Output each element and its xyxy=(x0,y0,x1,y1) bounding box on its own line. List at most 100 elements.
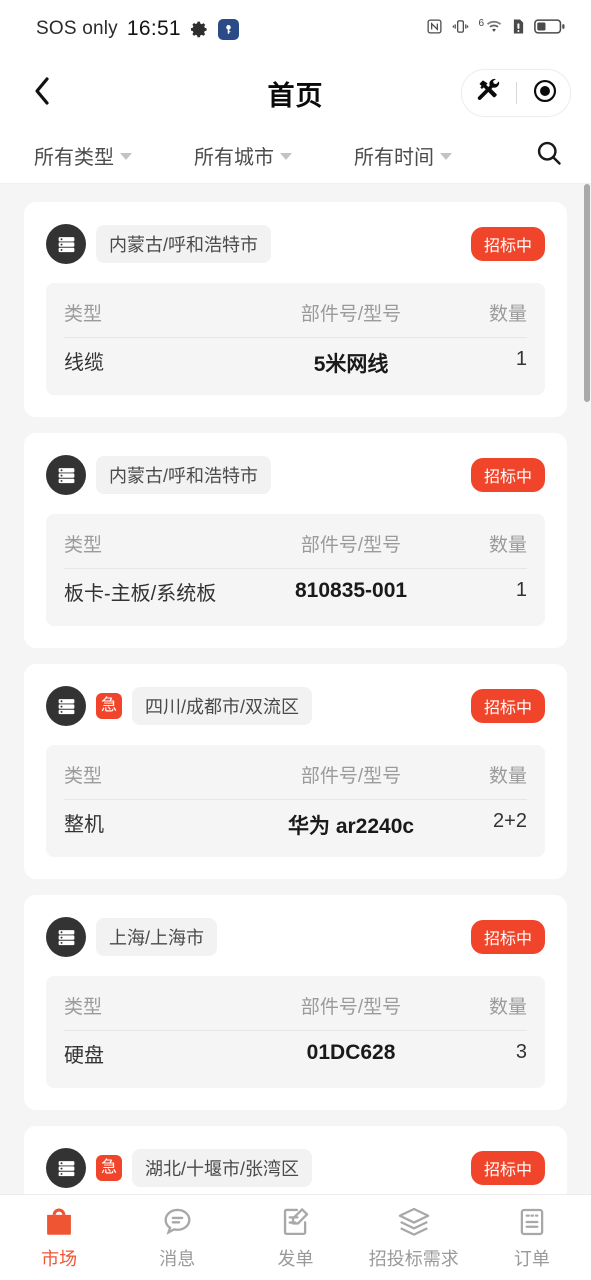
back-button[interactable] xyxy=(20,71,64,115)
sim-alert-icon xyxy=(512,18,525,40)
nfc-icon xyxy=(426,18,443,40)
filter-type[interactable]: 所有类型 xyxy=(34,141,132,170)
listing-card[interactable]: 上海/上海市 招标中 类型 部件号/型号 数量 硬盘 01DC628 3 xyxy=(24,895,567,1110)
header-quantity: 数量 xyxy=(488,766,527,787)
cell-quantity: 3 xyxy=(515,1041,527,1063)
app-root: SOS only 16:51 6 首页 所有类型 所有城市 所有时间 内蒙古/呼… xyxy=(0,0,591,1280)
order-list-icon xyxy=(516,1205,548,1239)
listing-card[interactable]: 内蒙古/呼和浩特市 招标中 类型 部件号/型号 数量 板卡-主板/系统板 810… xyxy=(24,433,567,648)
urgent-badge: 急 xyxy=(96,1155,122,1181)
filter-city[interactable]: 所有城市 xyxy=(194,141,292,170)
wifi-indicator: 6 xyxy=(478,18,503,40)
tab-bidding-requirements[interactable]: 招投标需求 xyxy=(355,1205,473,1271)
spec-table: 类型 部件号/型号 数量 整机 华为 ar2240c 2+2 xyxy=(46,745,545,857)
listing-card[interactable]: 急 四川/成都市/双流区 招标中 类型 部件号/型号 数量 整机 华为 ar22… xyxy=(24,664,567,879)
cell-type: 板卡-主板/系统板 xyxy=(64,583,217,605)
listing-scroll-area[interactable]: 内蒙古/呼和浩特市 招标中 类型 部件号/型号 数量 线缆 5米网线 1 内蒙古… xyxy=(0,184,591,1194)
bottom-navigation: 市场 消息 发单 招投标需求 订单 xyxy=(0,1194,591,1280)
scrollbar[interactable] xyxy=(584,184,591,1194)
server-rack-icon xyxy=(46,1148,86,1188)
tab-market[interactable]: 市场 xyxy=(0,1205,118,1271)
header-quantity: 数量 xyxy=(488,997,527,1018)
status-badge: 招标中 xyxy=(470,1151,545,1185)
status-badge: 招标中 xyxy=(470,689,545,723)
status-badge: 招标中 xyxy=(470,920,545,954)
spec-table: 类型 部件号/型号 数量 板卡-主板/系统板 810835-001 1 xyxy=(46,514,545,626)
card-header: 内蒙古/呼和浩特市 招标中 xyxy=(46,224,545,264)
header-quantity: 数量 xyxy=(488,535,527,556)
listing-card[interactable]: 内蒙古/呼和浩特市 招标中 类型 部件号/型号 数量 线缆 5米网线 1 xyxy=(24,202,567,417)
search-icon xyxy=(535,139,563,172)
urgent-badge: 急 xyxy=(96,693,122,719)
listing-container: 内蒙古/呼和浩特市 招标中 类型 部件号/型号 数量 线缆 5米网线 1 内蒙古… xyxy=(0,184,591,1194)
capsule-divider xyxy=(515,82,517,104)
location-chip: 四川/成都市/双流区 xyxy=(132,687,313,725)
wifi-icon xyxy=(485,18,503,40)
filter-type-label: 所有类型 xyxy=(34,147,114,169)
cell-type: 线缆 xyxy=(64,352,104,374)
status-badge: 招标中 xyxy=(470,458,545,492)
cell-type: 整机 xyxy=(64,814,104,836)
cell-quantity: 1 xyxy=(515,348,527,370)
tab-orders[interactable]: 订单 xyxy=(473,1205,591,1271)
post-order-icon xyxy=(279,1205,312,1239)
server-rack-icon xyxy=(46,686,86,726)
filter-time[interactable]: 所有时间 xyxy=(354,141,452,170)
carrier-label: SOS only xyxy=(36,18,118,39)
message-icon xyxy=(161,1205,194,1239)
header-type: 类型 xyxy=(64,535,103,556)
tab-orders-label: 订单 xyxy=(513,1248,550,1269)
chevron-left-icon xyxy=(32,75,52,112)
menu-target-button[interactable] xyxy=(522,78,568,109)
chevron-down-icon xyxy=(280,153,292,160)
header-type: 类型 xyxy=(64,766,103,787)
card-header: 内蒙古/呼和浩特市 招标中 xyxy=(46,455,545,495)
cell-model: 01DC628 xyxy=(306,1041,396,1064)
tab-bidding-requirements-label: 招投标需求 xyxy=(368,1248,459,1269)
location-chip: 内蒙古/呼和浩特市 xyxy=(96,225,272,263)
wifi-generation-label: 6 xyxy=(478,18,484,29)
server-rack-icon xyxy=(46,455,86,495)
spec-table-row: 线缆 5米网线 1 xyxy=(64,338,527,383)
tab-post-order[interactable]: 发单 xyxy=(236,1205,354,1271)
cell-model: 810835-001 xyxy=(294,579,408,602)
vibrate-icon xyxy=(452,18,469,40)
app-header: 首页 xyxy=(0,58,591,128)
status-badge: 招标中 xyxy=(470,227,545,261)
header-model: 部件号/型号 xyxy=(300,997,402,1018)
listing-card[interactable]: 急 湖北/十堰市/张湾区 招标中 类型 部件号/型号 数量 工具 HLC-2XU… xyxy=(24,1126,567,1194)
gear-icon xyxy=(190,20,209,39)
tab-market-label: 市场 xyxy=(41,1248,78,1269)
cell-quantity: 2+2 xyxy=(493,810,527,832)
spec-table-header: 类型 部件号/型号 数量 xyxy=(64,287,527,338)
target-icon xyxy=(532,78,558,109)
status-bar-left: SOS only 16:51 xyxy=(36,17,239,41)
header-quantity: 数量 xyxy=(488,304,527,325)
location-chip: 湖北/十堰市/张湾区 xyxy=(132,1149,313,1187)
server-rack-icon xyxy=(46,917,86,957)
scrollbar-thumb[interactable] xyxy=(584,184,590,402)
tools-icon xyxy=(475,78,501,109)
shopping-bag-icon xyxy=(42,1205,76,1239)
spec-table-header: 类型 部件号/型号 数量 xyxy=(64,749,527,800)
spec-table-row: 板卡-主板/系统板 810835-001 1 xyxy=(64,569,527,614)
status-bar: SOS only 16:51 6 xyxy=(0,0,591,58)
spec-table: 类型 部件号/型号 数量 硬盘 01DC628 3 xyxy=(46,976,545,1088)
spec-table-header: 类型 部件号/型号 数量 xyxy=(64,980,527,1031)
tab-messages-label: 消息 xyxy=(159,1248,196,1269)
header-type: 类型 xyxy=(64,997,103,1018)
header-model: 部件号/型号 xyxy=(300,766,402,787)
spec-table-header: 类型 部件号/型号 数量 xyxy=(64,518,527,569)
header-model: 部件号/型号 xyxy=(300,304,402,325)
spec-table-row: 整机 华为 ar2240c 2+2 xyxy=(64,800,527,845)
filter-city-label: 所有城市 xyxy=(194,147,274,169)
cell-type: 硬盘 xyxy=(64,1045,104,1067)
battery-icon xyxy=(534,18,565,40)
tab-messages[interactable]: 消息 xyxy=(118,1205,236,1271)
location-chip: 上海/上海市 xyxy=(96,918,218,956)
cell-model: 华为 ar2240c xyxy=(288,815,415,838)
card-header: 急 四川/成都市/双流区 招标中 xyxy=(46,686,545,726)
tools-button[interactable] xyxy=(465,78,511,109)
search-button[interactable] xyxy=(527,134,571,178)
layers-icon xyxy=(397,1205,431,1239)
